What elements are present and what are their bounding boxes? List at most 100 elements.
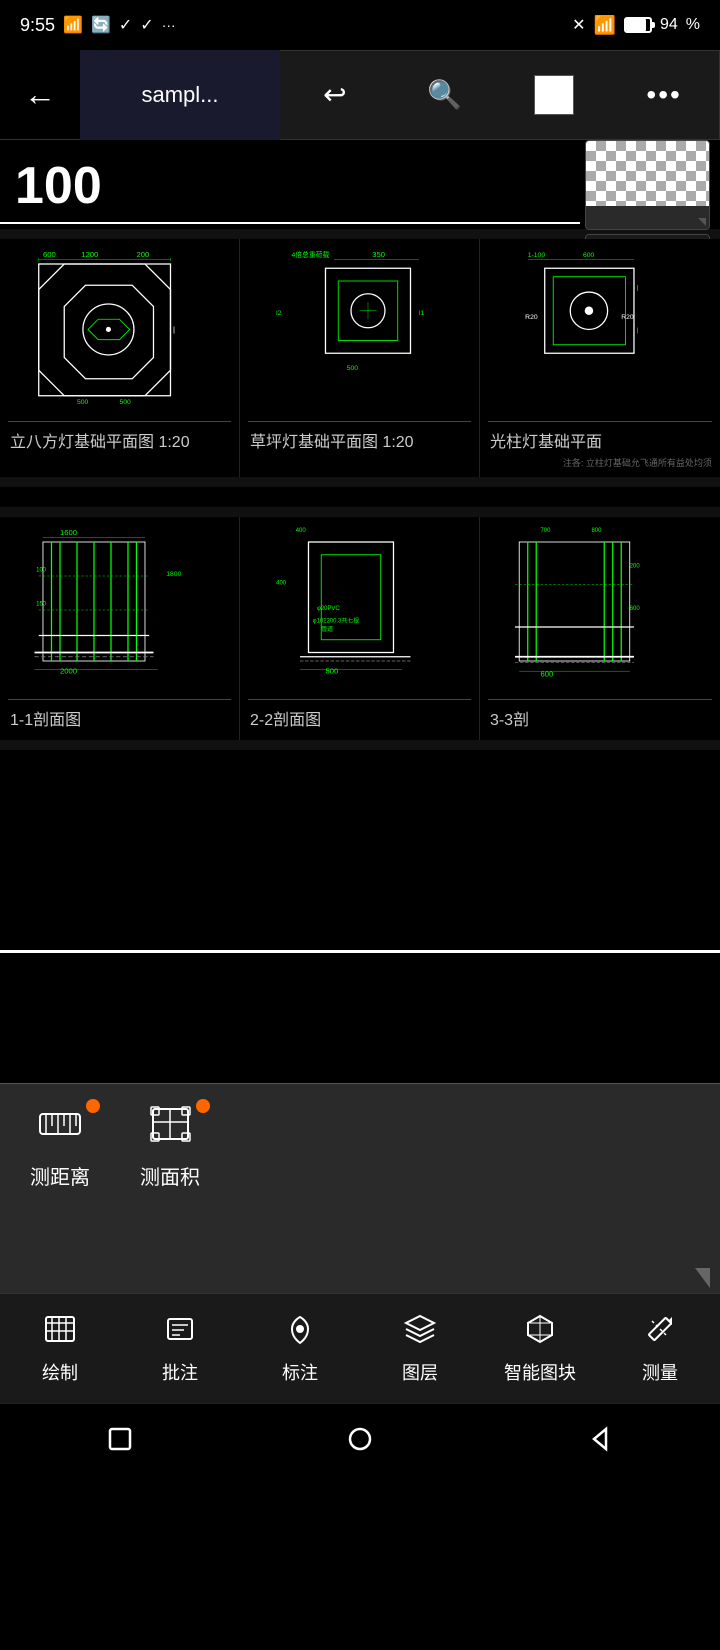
label-octagon: 立八方灯基础平面图 1:20 xyxy=(8,421,231,454)
draw-icon-svg xyxy=(44,1313,76,1345)
svg-text:600: 600 xyxy=(43,250,56,259)
android-back-icon xyxy=(584,1423,616,1455)
area-tool-badge xyxy=(196,1099,210,1113)
android-home-button[interactable] xyxy=(330,1409,390,1469)
nav-annotate[interactable]: 批注 xyxy=(120,1294,240,1403)
svg-text:500: 500 xyxy=(77,399,89,406)
thumb-checkerboard-1 xyxy=(586,141,709,206)
status-left: 9:55 📶 🔄 ✓ ✓ ··· xyxy=(20,15,176,36)
nav-smart-block-label: 智能图块 xyxy=(504,1359,576,1385)
sublabel-column-lamp: 注各: 立柱灯基础允飞通所有益处均须 xyxy=(488,456,712,469)
svg-text:l1: l1 xyxy=(419,310,425,317)
wifi-icon: 📶 xyxy=(594,15,616,36)
close-icon: ✕ xyxy=(572,15,585,35)
popup-tools-container: 测距离 测面积 xyxy=(30,1104,690,1190)
canvas-grass-lamp: 4倍总重荷载 350 l2 l1 xyxy=(248,247,471,417)
measure-area-icon xyxy=(148,1104,193,1153)
time-display: 9:55 xyxy=(20,15,55,36)
nav-measure[interactable]: 测量 xyxy=(600,1294,720,1403)
more-options-button[interactable]: ••• xyxy=(634,65,694,125)
measure-distance-label: 测距离 xyxy=(30,1161,90,1190)
thumbnail-1[interactable] xyxy=(585,140,710,230)
svg-text:2000: 2000 xyxy=(60,667,77,676)
drawings-row-2: 1600 1800 xyxy=(0,517,720,740)
android-recents-button[interactable] xyxy=(90,1409,150,1469)
svg-text:1-100: 1-100 xyxy=(528,252,546,259)
nav-measure-label: 测量 xyxy=(642,1359,678,1385)
svg-text:200: 200 xyxy=(136,250,149,259)
handle-arrow-icon xyxy=(695,1268,710,1288)
canvas-section1: 1600 1800 xyxy=(8,525,231,695)
svg-text:|: | xyxy=(636,327,638,334)
nav-draw-label: 绘制 xyxy=(42,1359,78,1385)
svg-text:500: 500 xyxy=(325,667,338,676)
measure-area-label: 测面积 xyxy=(140,1161,200,1190)
svg-text:800: 800 xyxy=(591,528,602,534)
scale-line xyxy=(0,222,580,224)
svg-text:200: 200 xyxy=(630,564,641,570)
battery-icon xyxy=(624,17,652,33)
nav-mark[interactable]: 标注 xyxy=(240,1294,360,1403)
android-back-button[interactable] xyxy=(570,1409,630,1469)
label-column-lamp: 光柱灯基础平面 xyxy=(488,421,712,454)
measure-distance-tool[interactable]: 测距离 xyxy=(30,1104,90,1190)
drawing-cell-grass-lamp[interactable]: 4倍总重荷载 350 l2 l1 xyxy=(240,239,480,477)
measure-distance-icon xyxy=(38,1104,83,1153)
color-selector-button[interactable] xyxy=(524,65,584,125)
search-icon: 🔍 xyxy=(427,78,462,111)
nav-layers[interactable]: 图层 xyxy=(360,1294,480,1403)
drawing-cell-octagon[interactable]: 600 1200 200 xyxy=(0,239,240,477)
drawing-cell-column-lamp[interactable]: 1-100 600 R20 R20 | xyxy=(480,239,720,477)
annotate-icon-svg xyxy=(164,1313,196,1345)
svg-section2: 400 400 φ20PVC φ102200.3共七根 管道 500 xyxy=(248,525,471,695)
undo-button[interactable]: ↩ xyxy=(305,65,365,125)
svg-text:400: 400 xyxy=(296,528,307,534)
bottom-popup-panel: 测距离 测面积 xyxy=(0,1083,720,1263)
svg-text:管道: 管道 xyxy=(321,625,333,633)
distance-tool-badge xyxy=(86,1099,100,1113)
measure-icon-svg xyxy=(644,1313,676,1345)
check-icon2: ✓ xyxy=(140,15,153,35)
back-button[interactable]: ← xyxy=(0,50,80,140)
annotate-icon xyxy=(164,1313,196,1353)
drawing-area[interactable]: 100 xyxy=(0,140,720,950)
smart-block-icon-svg xyxy=(524,1313,556,1345)
svg-text:1200: 1200 xyxy=(81,250,98,259)
thumb-arrow-1 xyxy=(698,218,706,226)
svg-text:100: 100 xyxy=(36,568,47,574)
svg-text:500: 500 xyxy=(347,365,359,372)
svg-text:500: 500 xyxy=(119,399,131,406)
undo-icon: ↩ xyxy=(323,78,346,111)
more-icon: ••• xyxy=(646,79,681,111)
svg-text:1600: 1600 xyxy=(60,528,77,537)
search-button[interactable]: 🔍 xyxy=(415,65,475,125)
drawings-section-1: 600 1200 200 xyxy=(0,229,720,487)
canvas-section2: 400 400 φ20PVC φ102200.3共七根 管道 500 xyxy=(248,525,471,695)
scale-section: 100 xyxy=(0,140,720,224)
label-grass-lamp: 草坪灯基础平面图 1:20 xyxy=(248,421,471,454)
drawings-section-2: 1600 1800 xyxy=(0,507,720,750)
svg-column-lamp: 1-100 600 R20 R20 | xyxy=(488,247,712,417)
svg-text:350: 350 xyxy=(372,250,385,259)
svg-octagon: 600 1200 200 xyxy=(8,247,231,417)
svg-text:R20: R20 xyxy=(621,314,634,321)
nav-smart-block[interactable]: 智能图块 xyxy=(480,1294,600,1403)
file-name-label: sampl... xyxy=(141,82,218,108)
svg-text:400: 400 xyxy=(276,581,287,587)
canvas-column-lamp: 1-100 600 R20 R20 | xyxy=(488,247,712,417)
more-status-icon: ··· xyxy=(162,17,176,33)
drawing-cell-section1[interactable]: 1600 1800 xyxy=(0,517,240,740)
color-box xyxy=(534,75,574,115)
battery-percent: 94 xyxy=(660,16,678,34)
status-bar: 9:55 📶 🔄 ✓ ✓ ··· ✕ 📶 94% xyxy=(0,0,720,50)
nav-draw[interactable]: 绘制 xyxy=(0,1294,120,1403)
drawing-cell-section3[interactable]: 700 800 xyxy=(480,517,720,740)
svg-text:1800: 1800 xyxy=(166,571,181,578)
file-title-tab[interactable]: sampl... xyxy=(80,50,280,140)
back-icon: ← xyxy=(24,76,56,113)
layers-icon-svg xyxy=(404,1313,436,1345)
canvas-section3: 700 800 xyxy=(488,525,712,695)
bottom-handle[interactable] xyxy=(0,1263,720,1293)
drawing-cell-section2[interactable]: 400 400 φ20PVC φ102200.3共七根 管道 500 xyxy=(240,517,480,740)
measure-area-tool[interactable]: 测面积 xyxy=(140,1104,200,1190)
